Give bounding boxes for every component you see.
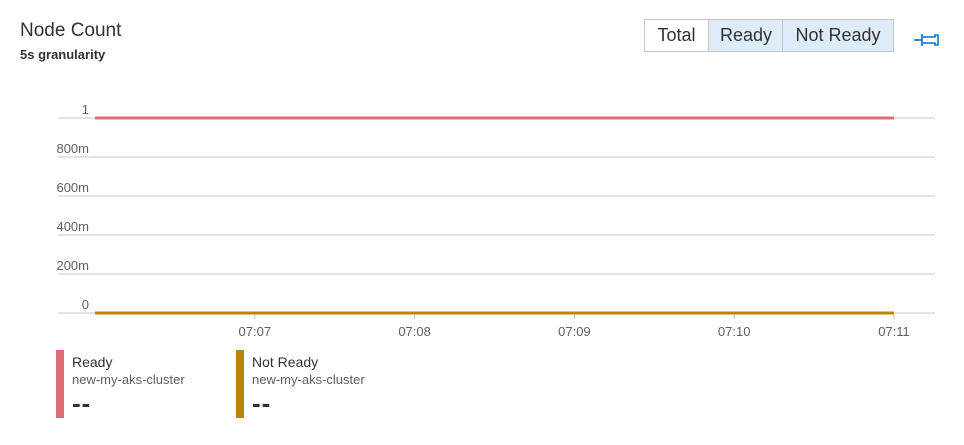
y-tick-label: 1 <box>82 102 89 117</box>
legend-name: Not Ready <box>252 354 319 370</box>
y-tick-label: 200m <box>56 258 89 273</box>
legend-value: -- <box>72 388 92 418</box>
legend-swatch-ready <box>56 350 64 418</box>
legend-resource: new-my-aks-cluster <box>72 372 185 387</box>
x-axis-ticks: 07:07 07:08 07:09 07:10 07:11 <box>239 313 910 339</box>
legend-item-not-ready[interactable]: Not Ready new-my-aks-cluster -- <box>236 350 406 418</box>
x-tick-label: 07:08 <box>398 324 431 339</box>
toggle-total[interactable]: Total <box>645 20 708 51</box>
legend-value: -- <box>252 388 272 418</box>
pin-icon[interactable] <box>913 30 939 50</box>
legend-name: Ready <box>72 354 113 370</box>
legend-resource: new-my-aks-cluster <box>252 372 365 387</box>
y-axis-ticks: 1 800m 600m 400m 200m 0 <box>56 102 89 312</box>
y-tick-label: 0 <box>82 297 89 312</box>
granularity-label: 5s granularity <box>20 47 106 62</box>
x-tick-label: 07:11 <box>878 324 910 339</box>
grid-lines <box>58 117 935 314</box>
x-tick-label: 07:07 <box>239 324 272 339</box>
legend-swatch-not-ready <box>236 350 244 418</box>
node-count-chart: 1800m600m400m200m0 07:07 07:08 07:09 07:10 0… <box>56 102 935 339</box>
x-tick-label: 07:09 <box>558 324 591 339</box>
series-lines <box>95 116 894 315</box>
legend-item-ready[interactable]: Ready new-my-aks-cluster -- <box>56 350 226 418</box>
chart-title: Node Count <box>20 20 122 41</box>
toggle-not-ready[interactable]: Not Ready <box>782 20 893 51</box>
y-tick-label: 800m <box>56 141 89 156</box>
series-toggle-group: Total Ready Not Ready <box>644 19 894 52</box>
toggle-ready[interactable]: Ready <box>708 20 782 51</box>
y-tick-label: 400m <box>56 219 89 234</box>
y-tick-label: 600m <box>56 180 89 195</box>
x-tick-label: 07:10 <box>718 324 751 339</box>
